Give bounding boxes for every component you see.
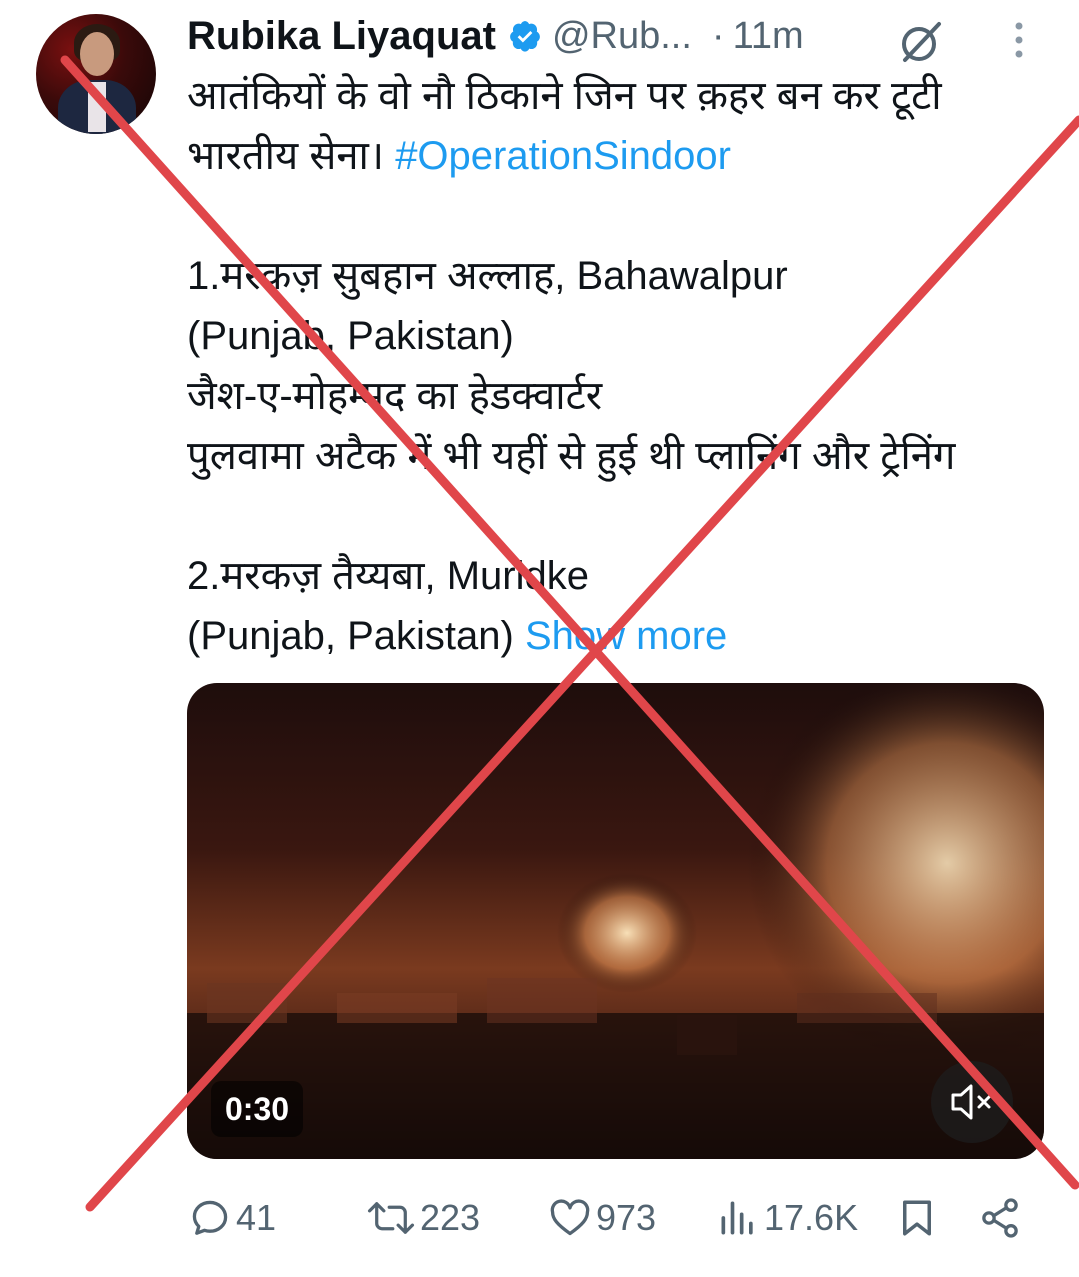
bookmark-icon — [903, 1200, 931, 1236]
post-text-line-2-text: भारतीय सेना। — [187, 134, 396, 178]
item-1-detail-1: जैश-ए-मोहम्मद का हेडक्वार्टर — [187, 374, 603, 418]
author-handle[interactable]: @Rub... — [552, 15, 692, 58]
item-1-detail-2: पुलवामा अटैक में भी यहीं से हुई थी प्लान… — [187, 434, 956, 478]
like-button[interactable]: 973 — [548, 1188, 656, 1248]
action-bar: 41 223 973 17.6K — [0, 1188, 1079, 1248]
grok-icon[interactable] — [897, 18, 945, 66]
item-1-location: (Punjab, Pakistan) — [187, 314, 514, 358]
avatar-shirt — [88, 82, 106, 132]
more-options-icon[interactable] — [1006, 20, 1032, 60]
bookmark-button[interactable] — [896, 1188, 938, 1248]
item-2-location: (Punjab, Pakistan) — [187, 614, 525, 658]
video-frame — [187, 683, 1044, 1159]
share-icon — [982, 1198, 1018, 1238]
item-2-title: 2.मरकज़ तैय्यबा, Muridke — [187, 554, 589, 598]
item-1-title: 1.मरकज़ सुबहान अल्लाह, Bahawalpur — [187, 254, 788, 298]
post-text-line-1: आतंकियों के वो नौ ठिकाने जिन पर क़हर बन … — [187, 74, 942, 118]
video-player[interactable]: 0:30 — [187, 683, 1044, 1159]
repost-icon — [367, 1202, 415, 1234]
views-icon — [721, 1201, 753, 1235]
avatar-face — [80, 32, 114, 76]
repost-button[interactable]: 223 — [366, 1188, 480, 1248]
verified-badge-icon — [510, 21, 540, 52]
author-name[interactable]: Rubika Liyaquat — [187, 14, 496, 59]
item-2-location-line: (Punjab, Pakistan) Show more — [187, 606, 1067, 666]
reply-icon — [192, 1200, 228, 1235]
views-button[interactable]: 17.6K — [716, 1188, 858, 1248]
views-count: 17.6K — [764, 1197, 859, 1238]
mute-button[interactable] — [931, 1061, 1013, 1143]
meta-separator: · — [711, 14, 725, 57]
post-text-line-2: भारतीय सेना। #OperationSindoor — [187, 126, 1067, 186]
speaker-muted-icon — [951, 1084, 991, 1120]
share-button[interactable] — [978, 1188, 1022, 1248]
video-duration-badge: 0:30 — [211, 1081, 304, 1137]
post-timestamp[interactable]: 11m — [733, 15, 804, 58]
heart-icon — [550, 1199, 590, 1236]
reply-button[interactable]: 41 — [188, 1188, 276, 1248]
show-more-link[interactable]: Show more — [525, 614, 727, 658]
hashtag-link[interactable]: #OperationSindoor — [395, 134, 731, 178]
reply-count: 41 — [236, 1197, 277, 1238]
author-avatar[interactable] — [36, 14, 156, 134]
repost-count: 223 — [420, 1197, 481, 1238]
like-count: 973 — [596, 1197, 657, 1238]
